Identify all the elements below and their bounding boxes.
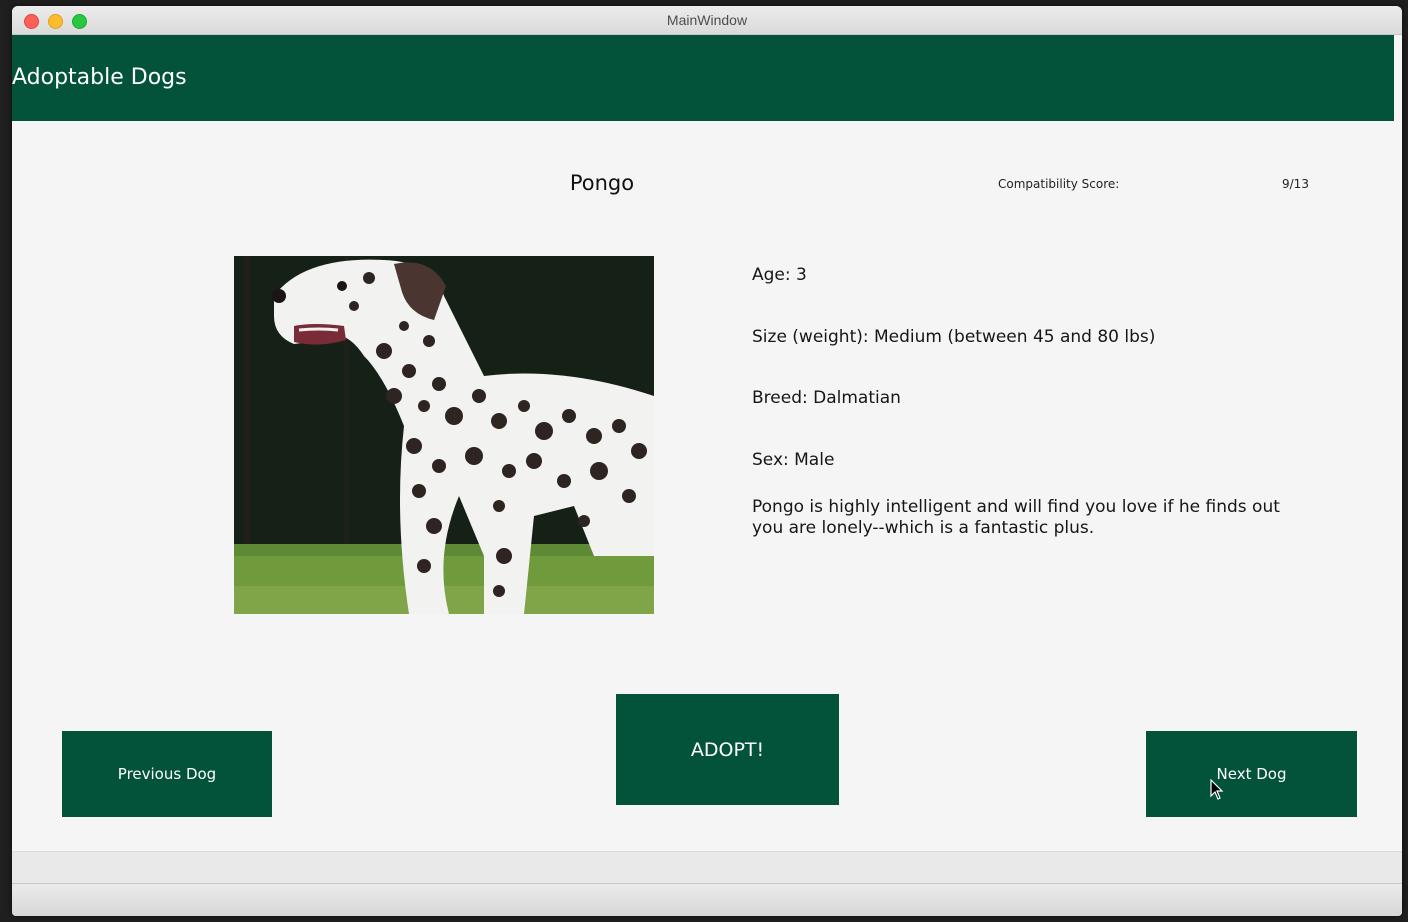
dog-sex: Sex: Male: [752, 450, 835, 470]
footer-panel: [12, 851, 1402, 884]
window-title: MainWindow: [666, 12, 748, 28]
compatibility-score: 9/13: [1282, 177, 1309, 191]
compatibility-label: Compatibility Score:: [998, 177, 1120, 191]
page-title: Adoptable Dogs: [12, 65, 187, 90]
dog-name: Pongo: [569, 171, 635, 195]
mouse-pointer-icon: [1210, 779, 1224, 800]
adopt-button[interactable]: ADOPT!: [616, 694, 839, 805]
dog-photo: [234, 256, 654, 614]
main-window: MainWindow Adoptable Dogs Pongo Compatib…: [12, 6, 1402, 916]
previous-dog-button[interactable]: Previous Dog: [62, 731, 272, 817]
next-dog-button[interactable]: Next Dog: [1146, 731, 1357, 817]
app-header: Adoptable Dogs: [12, 35, 1394, 121]
dog-breed: Breed: Dalmatian: [752, 388, 901, 408]
dog-description: Pongo is highly intelligent and will fin…: [752, 497, 1280, 538]
dog-profile-panel: Pongo Compatibility Score: 9/13 Age: 3 S…: [12, 121, 1402, 851]
dog-size: Size (weight): Medium (between 45 and 80…: [752, 327, 1156, 347]
dalmatian-photo-icon: [234, 256, 654, 614]
dog-age: Age: 3: [752, 265, 807, 285]
title-bar: MainWindow: [12, 6, 1402, 35]
status-bar: [12, 883, 1402, 916]
